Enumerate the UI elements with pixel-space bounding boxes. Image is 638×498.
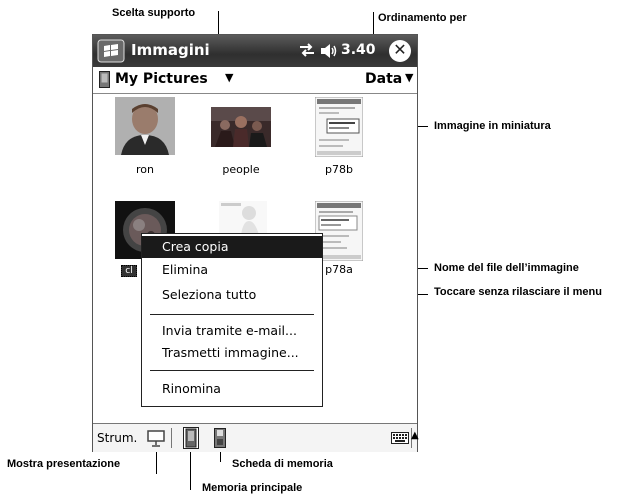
sort-selector[interactable]: Data	[365, 71, 402, 87]
window-title: Immagini	[131, 41, 210, 59]
thumbnail-caption: people	[222, 163, 260, 176]
chevron-down-icon[interactable]: ▼	[225, 71, 233, 84]
callout-immagine-miniatura: Immagine in miniatura	[434, 120, 551, 132]
thumbnail-figure[interactable]	[219, 201, 267, 235]
menu-item-rinomina[interactable]: Rinomina	[142, 378, 322, 400]
storage-device-icon	[99, 71, 110, 88]
main-memory-icon[interactable]	[183, 427, 199, 452]
bottom-toolbar: Strum. ▲	[93, 423, 419, 452]
menu-item-invia-email[interactable]: Invia tramite e-mail...	[142, 320, 322, 342]
menu-divider	[150, 370, 314, 371]
toolbar-divider	[171, 428, 172, 448]
menu-divider	[150, 314, 314, 315]
slideshow-icon[interactable]	[147, 429, 165, 450]
tools-menu[interactable]: Strum.	[97, 431, 137, 445]
context-menu: Crea copia Elimina Seleziona tutto Invia…	[141, 233, 323, 407]
windows-start-icon[interactable]	[97, 39, 125, 63]
sip-up-arrow-icon[interactable]: ▲	[411, 430, 419, 441]
menu-item-elimina[interactable]: Elimina	[142, 259, 322, 281]
clock-time[interactable]: 3.40	[341, 42, 376, 58]
callout-toccare-menu: Toccare senza rilasciare il menu	[434, 286, 602, 298]
keyboard-icon[interactable]	[391, 432, 409, 447]
menu-item-seleziona-tutto[interactable]: Seleziona tutto	[142, 284, 322, 306]
folder-selector[interactable]: My Pictures	[115, 71, 208, 87]
callout-ordinamento-per: Ordinamento per	[378, 12, 467, 24]
close-icon[interactable]: ✕	[389, 40, 411, 62]
connectivity-icon[interactable]	[298, 42, 316, 63]
thumbnail-caption: p78b	[325, 163, 353, 176]
thumbnail-p78b[interactable]	[315, 97, 363, 157]
thumbnail-ron[interactable]	[115, 97, 175, 155]
callout-scheda-memoria: Scheda di memoria	[232, 458, 333, 470]
folder-bar: My Pictures ▼ Data ▼	[93, 67, 417, 94]
thumbnail-caption: cl	[121, 265, 137, 277]
volume-icon[interactable]	[320, 43, 338, 64]
chevron-down-icon[interactable]: ▼	[405, 71, 413, 84]
callout-memoria-principale: Memoria principale	[202, 482, 303, 494]
pocket-pc-screen: Immagini 3.40 ✕ My Pictures ▼ Data ▼ ron…	[92, 34, 419, 452]
thumbnail-caption: ron	[136, 163, 154, 176]
storage-card-icon[interactable]	[213, 427, 227, 452]
callout-mostra-presentazione: Mostra presentazione	[7, 458, 121, 470]
title-bar: Immagini 3.40 ✕	[93, 35, 417, 67]
callout-nome-file: Nome del file dell’immagine	[434, 262, 579, 274]
menu-item-crea-copia[interactable]: Crea copia	[142, 236, 322, 258]
menu-item-trasmetti-immagine[interactable]: Trasmetti immagine...	[142, 342, 322, 364]
callout-line	[190, 448, 191, 490]
thumbnail-people[interactable]	[211, 107, 271, 147]
callout-scelta-supporto: Scelta supporto	[112, 7, 196, 19]
